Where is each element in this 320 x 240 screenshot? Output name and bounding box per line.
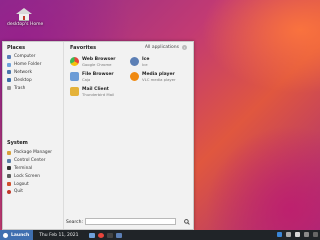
launch-icon xyxy=(3,232,8,238)
search-icon[interactable] xyxy=(184,219,190,225)
favorite-media-player[interactable]: Media player VLC media player xyxy=(130,72,176,82)
search-bar: Search: xyxy=(64,215,193,229)
system-control-center[interactable]: Control Center xyxy=(7,157,52,165)
system-quit[interactable]: Quit xyxy=(7,188,52,196)
favorite-ice[interactable]: Ice Ice xyxy=(130,57,149,67)
favorite-web-browser[interactable]: Web Browser Google Chrome xyxy=(70,57,116,67)
computer-icon xyxy=(7,54,11,59)
system-lock-screen[interactable]: Lock Screen xyxy=(7,172,52,180)
package-manager-icon xyxy=(7,150,11,155)
arrow-right-icon: › xyxy=(182,45,187,50)
logout-icon xyxy=(7,182,11,187)
quit-icon xyxy=(7,189,11,194)
desktop-home-shortcut[interactable]: desktop's Home xyxy=(7,8,44,27)
lock-screen-icon xyxy=(7,174,11,179)
system-package-manager[interactable]: Package Manager xyxy=(7,149,52,157)
place-network[interactable]: Network xyxy=(7,69,41,77)
favorite-mail-client[interactable]: Mail Client Thunderbird Mail xyxy=(70,87,114,97)
trash-icon xyxy=(7,86,11,91)
place-home-folder[interactable]: Home Folder xyxy=(7,61,41,69)
network-icon xyxy=(7,70,11,75)
home-folder-icon xyxy=(16,8,32,21)
volume-icon[interactable] xyxy=(295,232,300,237)
control-center-icon xyxy=(7,158,11,163)
menu-left-column: Places Computer Home Folder Network Desk… xyxy=(3,42,64,229)
places-list: Computer Home Folder Network Desktop Tra… xyxy=(7,53,41,92)
place-desktop[interactable]: Desktop xyxy=(7,76,41,84)
file-browser-icon xyxy=(70,72,79,81)
taskbar-date: Thu Feb 11, 2021 xyxy=(39,232,79,238)
favorite-file-browser[interactable]: File Browser Caja xyxy=(70,72,114,82)
browser-launcher-icon[interactable] xyxy=(97,232,104,238)
place-trash[interactable]: Trash xyxy=(7,84,41,92)
launch-button[interactable]: Launch xyxy=(0,230,34,240)
home-folder-icon xyxy=(7,62,11,67)
all-applications-button[interactable]: All applications › xyxy=(145,45,187,50)
desktop-home-label: desktop's Home xyxy=(7,22,44,27)
system-header: System xyxy=(7,140,28,146)
system-list: Package Manager Control Center Terminal … xyxy=(7,149,52,196)
mail-icon xyxy=(70,87,79,96)
favorites-header: Favorites xyxy=(70,45,97,51)
terminal-icon xyxy=(7,166,11,171)
place-computer[interactable]: Computer xyxy=(7,53,41,61)
network-status-icon[interactable] xyxy=(286,232,291,237)
system-tray xyxy=(273,232,318,237)
launch-label: Launch xyxy=(11,232,30,238)
battery-icon[interactable] xyxy=(304,232,309,237)
all-applications-label: All applications xyxy=(144,45,179,50)
app-launcher-icon[interactable] xyxy=(115,232,122,238)
desktop-icon xyxy=(7,78,11,83)
menu-right-column: Favorites All applications › Web Browser… xyxy=(64,42,193,229)
system-terminal[interactable]: Terminal xyxy=(7,165,52,173)
search-label: Search: xyxy=(66,220,83,225)
power-icon[interactable] xyxy=(313,232,318,237)
bluetooth-icon[interactable] xyxy=(277,232,282,237)
terminal-launcher-icon[interactable] xyxy=(106,232,113,238)
vlc-icon xyxy=(130,72,139,81)
taskbar: Launch Thu Feb 11, 2021 xyxy=(0,230,320,240)
chrome-icon xyxy=(70,57,79,66)
search-input[interactable] xyxy=(85,218,176,225)
ice-icon xyxy=(130,57,139,66)
system-logout[interactable]: Logout xyxy=(7,180,52,188)
start-menu: Places Computer Home Folder Network Desk… xyxy=(2,41,194,230)
places-header: Places xyxy=(7,45,26,51)
file-manager-launcher-icon[interactable] xyxy=(88,232,95,238)
